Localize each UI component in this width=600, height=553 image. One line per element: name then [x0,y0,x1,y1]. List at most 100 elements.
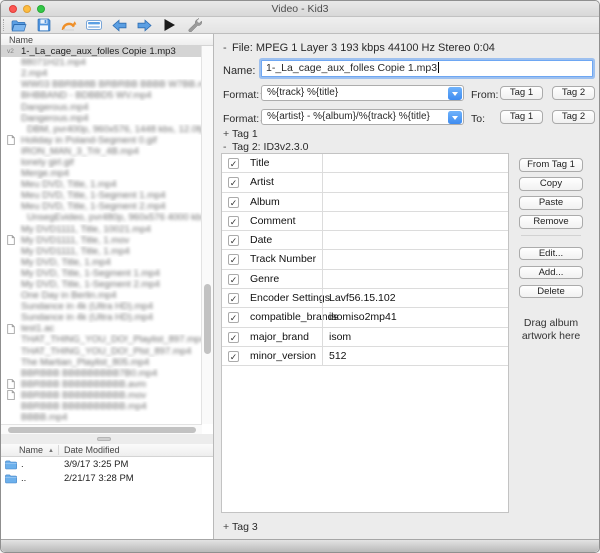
field-checkbox[interactable]: ✓ [228,215,239,227]
file-list-item[interactable]: One Day in Berlin.mp4 [1,290,202,301]
file-list-item[interactable]: 2.mp4 [1,68,202,79]
file-list-item[interactable]: BBRBBB BBBBBBBBB7B0.mp4 [1,368,202,379]
field-value[interactable] [322,250,508,270]
file-list-item[interactable]: Dangerous.mp4 [1,113,202,124]
file-list-item[interactable]: IRON_MAN_3_Trlr_4B.mp4 [1,146,202,157]
field-value[interactable] [322,269,508,290]
tag-field-row[interactable]: ✓ Artist [222,173,508,193]
field-checkbox[interactable]: ✓ [228,312,239,324]
tag-field-row[interactable]: ✓ Track Number [222,250,508,270]
tag-field-row[interactable]: ✓ Album [222,192,508,212]
splitter-grip[interactable] [97,437,111,441]
tag-field-row[interactable]: ✓ Date [222,231,508,251]
tag-field-row[interactable]: ✓ Encoder Settings Lavf56.15.102 [222,289,508,309]
panel-splitter[interactable] [1,434,214,444]
from-tag2-button[interactable]: Tag 2 [552,86,595,100]
file-list-item[interactable]: THAT_THING_YOU_DO!_Playlist_897.mp4 [1,334,202,345]
tag-field-row[interactable]: ✓ Comment [222,211,508,232]
file-list-vertical-scrollbar[interactable] [201,46,213,424]
file-list-item[interactable]: Meu DVD, Title, 1-Segment 1.mp4 [1,190,202,201]
previous-file-icon[interactable] [111,18,127,32]
expand-icon[interactable]: + [223,128,232,140]
tag1-section-toggle[interactable]: + Tag 1 [223,128,258,140]
to-tag2-button[interactable]: Tag 2 [552,110,595,124]
file-list-item[interactable]: My DVD, Title, 1-Segment 1.mp4 [1,268,202,279]
field-checkbox[interactable]: ✓ [228,293,239,305]
play-icon[interactable] [161,18,177,32]
copy-button[interactable]: Copy [519,177,583,191]
file-list-item[interactable]: Meu DVD, Title, 1.mp4 [1,179,202,190]
toolbar-drag-handle[interactable] [3,19,6,31]
field-value[interactable] [322,192,508,212]
tag-field-row[interactable]: ✓ Title [222,154,508,174]
file-list-item[interactable]: Sundance in 4k (Ultra HD).mp4 [1,301,202,312]
field-value[interactable] [322,231,508,251]
file-list-item[interactable]: BBRBBB BBBBBBBBBB.mp4 [1,401,202,412]
field-checkbox[interactable]: ✓ [228,254,239,266]
file-info-line[interactable]: - File: MPEG 1 Layer 3 193 kbps 44100 Hz … [223,42,495,54]
save-icon[interactable] [36,18,52,32]
dropdown-arrow-icon[interactable] [448,87,462,100]
vertical-scrollbar-thumb[interactable] [204,284,211,354]
collapse-marker[interactable]: - [223,42,232,54]
file-list-header[interactable]: Name [1,34,213,46]
horizontal-scrollbar-thumb[interactable] [8,427,196,433]
tag-field-row[interactable]: ✓ minor_version 512 [222,346,508,367]
file-list-item[interactable]: Merge.mp4 [1,168,202,179]
dir-column-name[interactable]: Name [19,444,43,457]
album-artwork-dropzone[interactable]: Drag album artwork here [511,317,591,343]
file-list-item[interactable]: WW03 BBRBB8B BRBRBB BBBB W7BB.mp4 [1,79,202,90]
file-list-item[interactable]: BBRBBB BBBBBBBBBB.avm [1,379,202,390]
dropdown-arrow-icon[interactable] [448,111,462,124]
field-checkbox[interactable]: ✓ [228,158,239,169]
field-checkbox[interactable]: ✓ [228,350,239,362]
file-list-item[interactable]: My DVD1111, Title, 1.mov [1,235,202,246]
column-divider[interactable] [58,445,59,455]
file-list-item[interactable]: 88071H21.mp4 [1,57,202,68]
select-all-icon[interactable] [86,18,102,32]
expand-icon[interactable]: + [223,521,232,533]
file-list-item[interactable]: UnsegEvideo, pvr480p, 960x576 4000 kbs, [1,212,202,223]
next-file-icon[interactable] [136,18,152,32]
field-value[interactable]: isomiso2mp41 [322,308,508,328]
file-list-item[interactable]: My DVD, Title, 1-Segment 2.mp4 [1,279,202,290]
file-list-item[interactable]: test1.ac [1,323,202,334]
field-checkbox[interactable]: ✓ [228,196,239,208]
file-list-item[interactable]: BBRBBB BBBBBBBBBB.mov [1,390,202,401]
field-value[interactable] [322,173,508,193]
remove-button[interactable]: Remove [519,215,583,229]
directory-row[interactable]: . 3/9/17 3:25 PM [1,458,213,472]
edit-button[interactable]: Edit... [519,246,583,260]
from-tag-1-button[interactable]: From Tag 1 [519,158,583,172]
to-tag1-button[interactable]: Tag 1 [500,110,543,124]
file-list-item[interactable]: Meu DVD, Title, 1-Segment 2.mp4 [1,201,202,212]
settings-icon[interactable] [186,18,202,32]
format-up-combobox[interactable]: %{track} %{title} [261,85,464,101]
field-value[interactable] [322,211,508,232]
filename-input[interactable]: 1-_La_cage_aux_folles Copie 1.mp3 [261,60,593,77]
file-list-item[interactable]: DBM, pvr400p, 960x576, 1448 kbs, 12.0fp [1,124,202,135]
tag-field-row[interactable]: ✓ compatible_brands isomiso2mp41 [222,308,508,328]
file-list-item[interactable]: Holiday in Poland-Segment 0.gif [1,135,202,146]
add-button[interactable]: Add... [519,265,583,279]
directory-row[interactable]: .. 2/21/17 3:28 PM [1,472,213,486]
tag-field-row[interactable]: ✓ Genre [222,269,508,290]
field-checkbox[interactable]: ✓ [228,331,239,343]
file-list-item[interactable]: My DVD1111, Title, 1.mp4 [1,246,202,257]
sort-ascending-icon[interactable]: ▲ [48,445,54,458]
file-list-item[interactable]: My DVD, Title, 1.mp4 [1,257,202,268]
file-list-item[interactable]: Sundance in 4k (Ultra HD).mp4 [1,312,202,323]
file-list-horizontal-scrollbar[interactable] [1,424,202,434]
from-tag1-button[interactable]: Tag 1 [500,86,543,100]
field-value[interactable]: isom [322,327,508,347]
dir-column-date-modified[interactable]: Date Modified [64,444,120,457]
delete-button[interactable]: Delete [519,284,583,298]
field-checkbox[interactable]: ✓ [228,273,239,285]
format-down-combobox[interactable]: %{artist} - %{album}/%{track} %{title} [261,109,464,125]
tag3-section-toggle[interactable]: + Tag 3 [223,521,258,533]
field-value[interactable]: 512 [322,346,508,367]
file-list-item[interactable]: My DVD1111, Title, 10021.mp4 [1,224,202,235]
file-list-item[interactable]: v2 1-_La_cage_aux_folles Copie 1.mp3 [1,46,202,58]
field-checkbox[interactable]: ✓ [228,235,239,247]
file-list-item[interactable]: BBBB.mp4 [1,412,202,423]
